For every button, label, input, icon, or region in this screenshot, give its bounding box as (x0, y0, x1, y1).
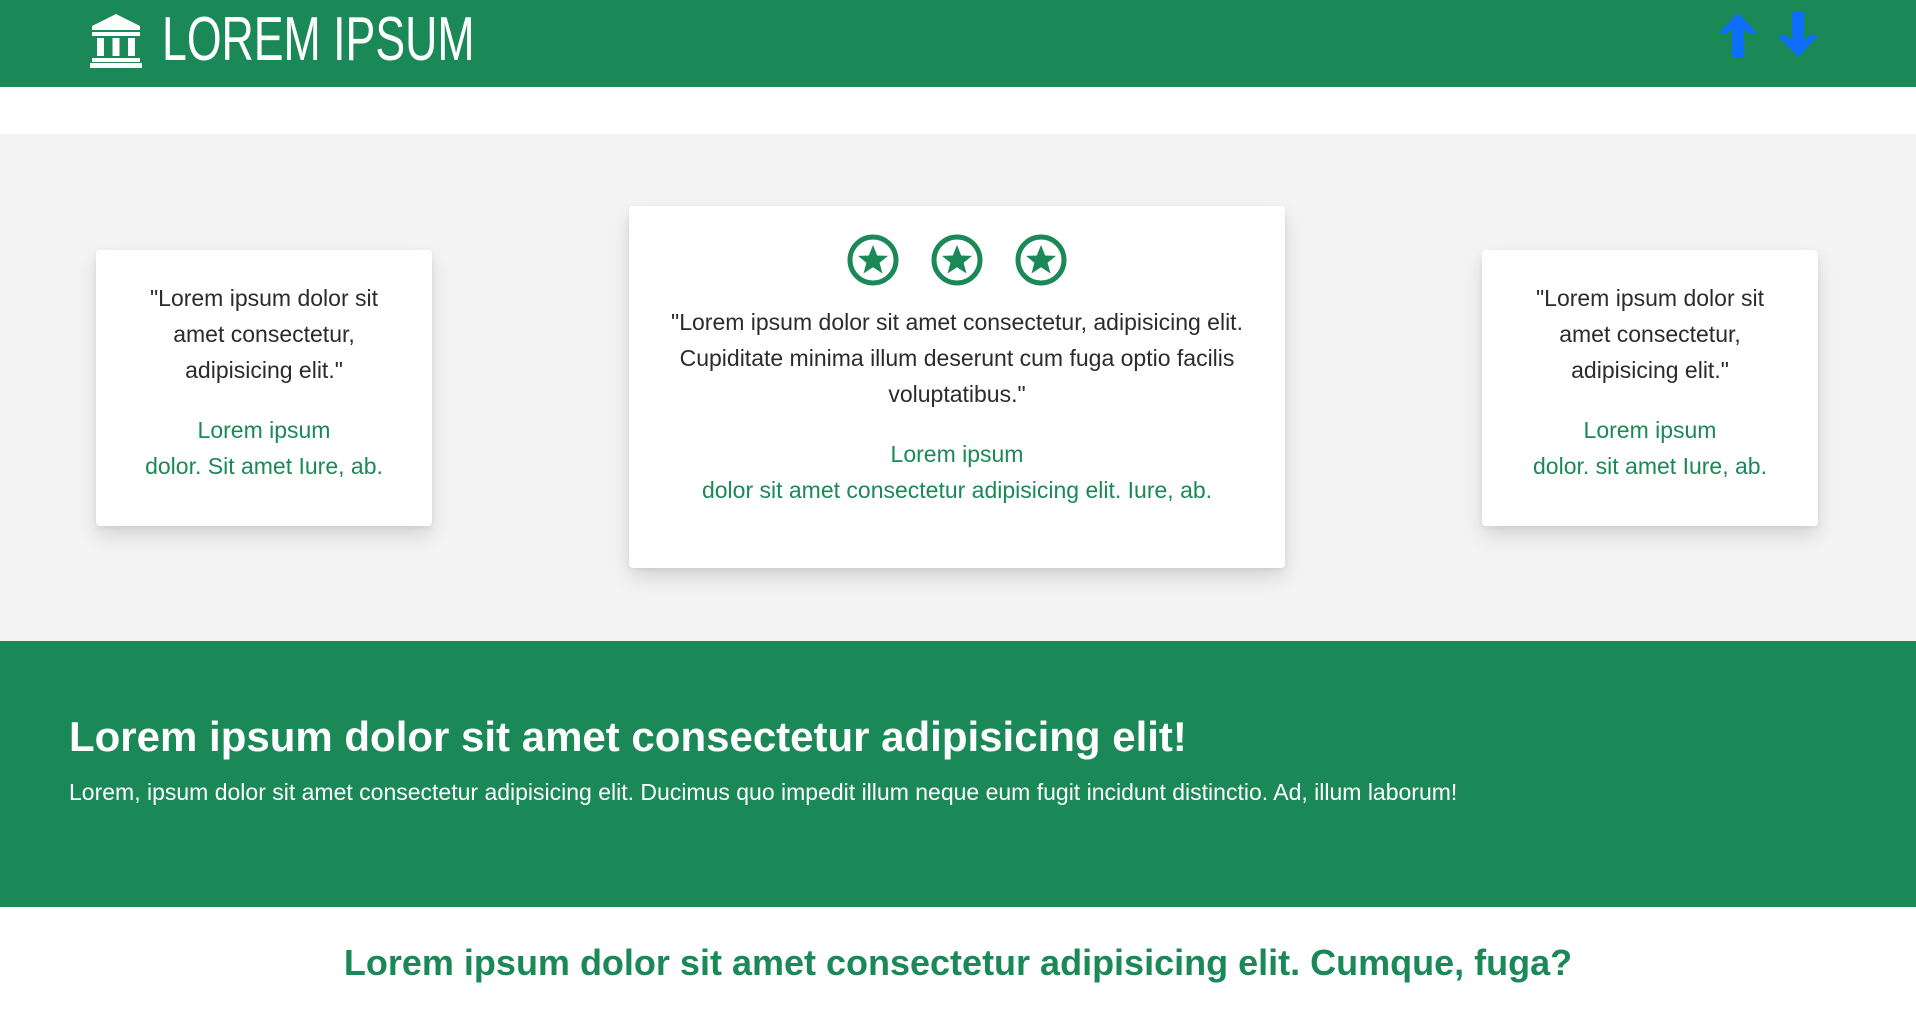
testimonial-quote: "Lorem ipsum dolor sit amet consectetur,… (149, 285, 379, 383)
testimonial-quote: "Lorem ipsum dolor sit amet consectetur,… (671, 309, 1243, 407)
testimonial-author: Lorem ipsum dolor. sit amet Iure, ab. (1516, 412, 1784, 484)
testimonial-card-right: "Lorem ipsum dolor sit amet consectetur,… (1482, 250, 1818, 526)
scroll-down-button[interactable] (1774, 10, 1822, 60)
brand-logo[interactable]: LOREM IPSUM (90, 5, 596, 75)
testimonial-author: Lorem ipsum dolor sit amet consectetur a… (653, 436, 1261, 508)
cta-banner: Lorem ipsum dolor sit amet consectetur a… (0, 641, 1916, 907)
testimonial-author: Lorem ipsum dolor. Sit amet Iure, ab. (130, 412, 398, 484)
arrow-down-icon (1778, 12, 1818, 57)
rating-stars (653, 234, 1261, 286)
testimonials-section: "Lorem ipsum dolor sit amet consectetur,… (0, 134, 1916, 641)
bank-icon (90, 12, 142, 68)
author-detail: dolor sit amet consectetur adipisicing e… (701, 477, 1213, 503)
testimonial-card-center: "Lorem ipsum dolor sit amet consectetur,… (629, 206, 1285, 568)
author-name: Lorem ipsum (197, 417, 331, 443)
author-detail: dolor. sit amet Iure, ab. (1533, 453, 1767, 479)
arrow-up-icon (1718, 13, 1758, 58)
author-detail: dolor. Sit amet Iure, ab. (145, 453, 383, 479)
brand-title: LOREM IPSUM (162, 5, 475, 74)
testimonial-card-left: "Lorem ipsum dolor sit amet consectetur,… (96, 250, 432, 526)
author-name: Lorem ipsum (890, 441, 1024, 467)
top-navbar: LOREM IPSUM (0, 0, 1916, 87)
banner-text: Lorem, ipsum dolor sit amet consectetur … (69, 779, 1458, 805)
testimonial-quote: "Lorem ipsum dolor sit amet consectetur,… (1535, 285, 1765, 383)
star-circle-icon (1015, 234, 1067, 286)
star-circle-icon (847, 234, 899, 286)
star-circle-icon (931, 234, 983, 286)
section-heading: Lorem ipsum dolor sit amet consectetur a… (343, 942, 1573, 983)
author-name: Lorem ipsum (1583, 417, 1717, 443)
scroll-up-button[interactable] (1714, 10, 1762, 60)
banner-title: Lorem ipsum dolor sit amet consectetur a… (69, 713, 1187, 760)
